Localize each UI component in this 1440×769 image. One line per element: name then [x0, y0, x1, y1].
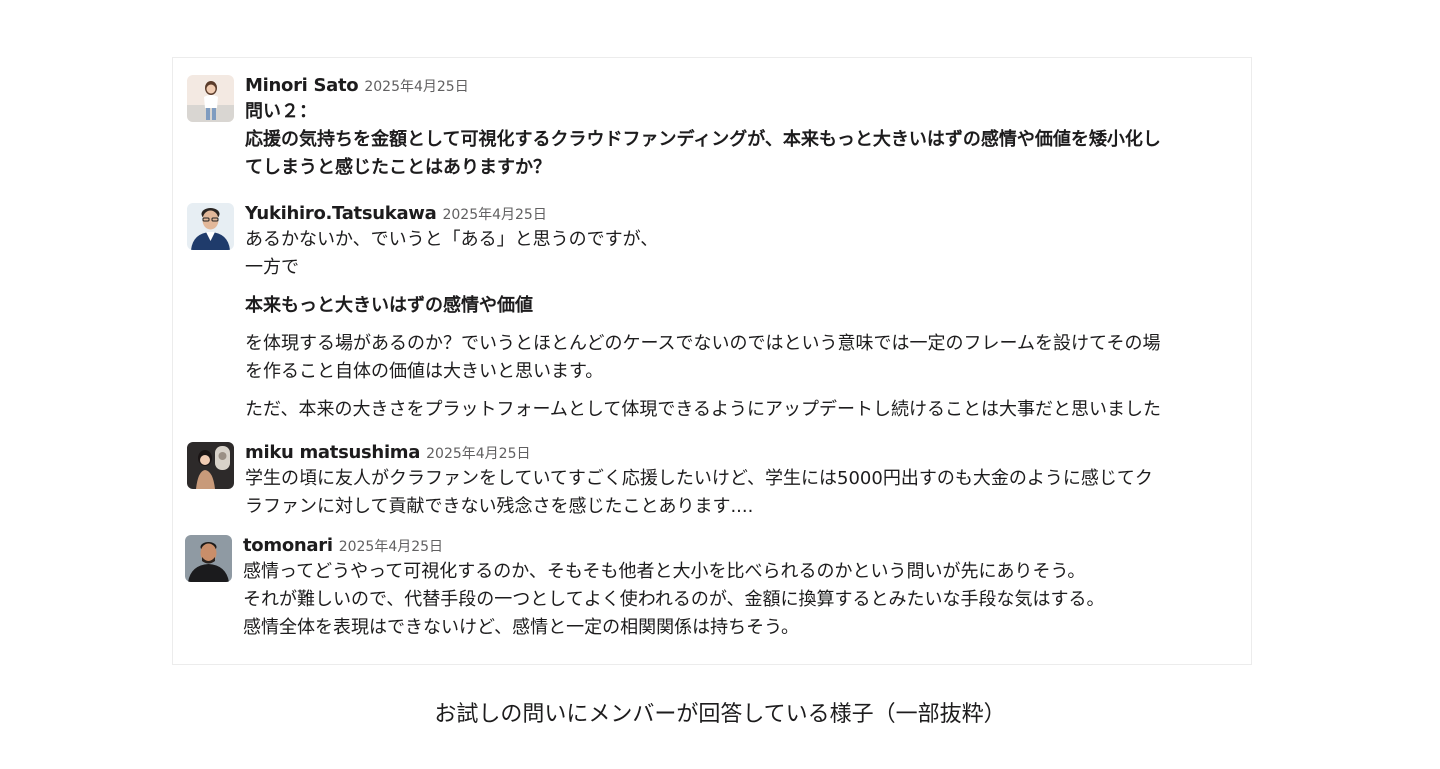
message-line: 感情ってどうやって可視化するのか、そもそも他者と大小を比べられるのかという問いが…: [243, 561, 1086, 582]
person-photo-avatar-icon: [185, 535, 232, 582]
author-name[interactable]: miku matsushima: [245, 442, 420, 463]
timestamp[interactable]: 2025年4月25日: [442, 207, 546, 223]
avatar[interactable]: [187, 442, 234, 489]
avatar[interactable]: [187, 75, 234, 122]
message-line: 一方で: [245, 257, 299, 278]
timestamp[interactable]: 2025年4月25日: [364, 79, 468, 95]
message-line: ただ、本来の大きさをプラットフォームとして体現できるようにアップデートし続けるこ…: [245, 399, 1162, 420]
message-line: 応援の気持ちを金額として可視化するクラウドファンディングが、本来もっと大きいはず…: [245, 129, 1161, 150]
timestamp[interactable]: 2025年4月25日: [339, 539, 443, 555]
author-name[interactable]: Yukihiro.Tatsukawa: [245, 203, 437, 224]
author-name[interactable]: Minori Sato: [245, 75, 359, 96]
message-line: 問い２：: [245, 101, 317, 122]
message-line: 学生の頃に友人がクラファンをしていてすごく応援したいけど、学生には5000円出す…: [245, 468, 1153, 489]
person-photo-avatar-icon: [187, 442, 234, 489]
avatar[interactable]: [187, 203, 234, 250]
figure-caption: お試しの問いにメンバーが回答している様子（一部抜粋）: [434, 702, 1006, 727]
message-line: それが難しいので、代替手段の一つとしてよく使われるのが、金額に換算するとみたいな…: [243, 589, 1105, 610]
person-photo-avatar-icon: [187, 75, 234, 122]
message-line: あるかないか、でいうと「ある」と思うのですが、: [245, 229, 659, 250]
timestamp[interactable]: 2025年4月25日: [426, 446, 530, 462]
message-line: を体現する場があるのか？でいうとほとんどのケースでないのではという意味では一定の…: [245, 333, 1161, 354]
message-line: 本来もっと大きいはずの感情や価値: [245, 295, 533, 316]
message-line: てしまうと感じたことはありますか？: [245, 157, 551, 178]
message-thread-panel: Minori Sato 2025年4月25日 問い２： 応援の気持ちを金額として可…: [172, 57, 1252, 665]
avatar[interactable]: [185, 535, 232, 582]
message-line: ラファンに対して貢献できない残念さを感じたことあります....: [245, 496, 754, 517]
author-name[interactable]: tomonari: [243, 535, 333, 556]
person-photo-avatar-icon: [187, 203, 234, 250]
message-line: を作ること自体の価値は大きいと思います。: [245, 361, 604, 382]
message-line: 感情全体を表現はできないけど、感情と一定の相関関係は持ちそう。: [243, 617, 800, 638]
